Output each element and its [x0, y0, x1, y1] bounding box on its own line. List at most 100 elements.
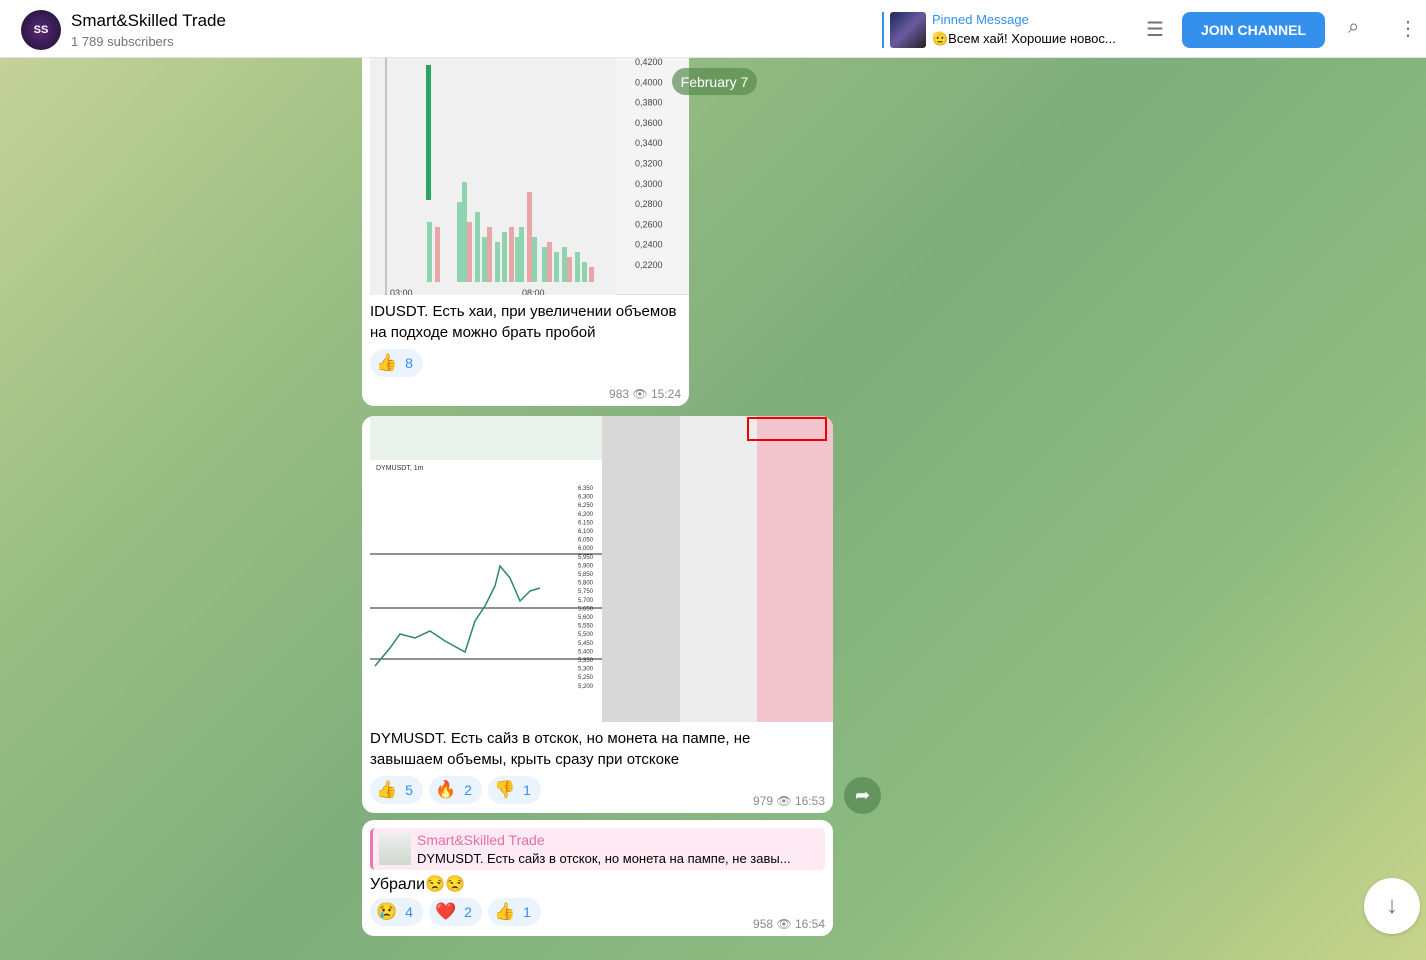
time-tick-label: 03:00: [390, 288, 413, 295]
reaction-thumbs-down[interactable]: 👎 1: [487, 776, 541, 804]
price-tick-label: 5,750: [578, 589, 594, 595]
price-tick-label: 5,700: [578, 598, 594, 604]
reaction-thumbs-up[interactable]: 👍 8: [370, 349, 423, 377]
price-tick-label: 5,400: [578, 649, 594, 655]
reaction-emoji: 😢: [376, 902, 398, 921]
volume-bar: [467, 222, 472, 282]
price-tick-label: 5,300: [578, 667, 594, 673]
message-meta: 979 👁 16:53: [753, 794, 825, 808]
message-caption: IDUSDT. Есть хаи, при увеличении объемов…: [370, 303, 677, 341]
message-text: Убрали😒😒: [370, 876, 465, 893]
price-tick-label: 5,600: [578, 615, 594, 621]
channel-title[interactable]: Smart&Skilled Trade: [71, 11, 226, 31]
view-count: 979: [753, 794, 774, 808]
subscriber-count: 1 789 subscribers: [71, 34, 174, 49]
reaction-count: 1: [523, 782, 531, 798]
volume-bar: [457, 202, 462, 282]
reaction-fire[interactable]: 🔥 2: [428, 776, 482, 804]
volume-bar: [532, 237, 537, 282]
price-tick-label: 5,800: [578, 581, 594, 587]
reaction-thumbs-up[interactable]: 👍 1: [487, 898, 541, 926]
chat-header: SS Smart&Skilled Trade 1 789 subscribers…: [0, 0, 1426, 58]
reaction-count: 2: [464, 904, 472, 920]
volume-bar: [554, 252, 559, 282]
price-tick-label: 5,650: [578, 606, 594, 612]
volume-bar: [575, 252, 580, 282]
volume-bar: [567, 257, 572, 282]
eye-icon: 👁: [776, 794, 792, 808]
reaction-heart[interactable]: ❤️ 2: [428, 898, 482, 926]
pinned-list-icon[interactable]: ☰: [1146, 17, 1164, 42]
candle: [426, 65, 431, 200]
price-line: [374, 564, 541, 667]
message-meta: 958 👁 16:54: [753, 917, 825, 931]
pinned-text: 🫡Всем хай! Хорошие новос...: [932, 31, 1116, 46]
chart-image-idusdt[interactable]: 0,4200 0,4000 0,3800 0,3600 0,3400 0,3200 0,30…: [370, 40, 689, 298]
reply-quote[interactable]: Smart&Skilled Trade DYMUSDT. Есть сайз в…: [370, 828, 825, 870]
price-tick-label: 0,3400: [635, 138, 663, 148]
reply-thumbnail: [379, 833, 411, 865]
price-tick-label: 5,250: [578, 675, 594, 681]
reaction-emoji: 👍: [376, 780, 398, 799]
message-idusdt: 0,4200 0,4000 0,3800 0,3600 0,3400 0,3200 0,30…: [362, 40, 689, 406]
volume-bar: [462, 182, 467, 282]
reaction-emoji: 👍: [493, 902, 516, 921]
volume-bar: [519, 227, 524, 282]
message-caption: DYMUSDT. Есть сайз в отскок, но монета н…: [370, 730, 751, 768]
reaction-count: 4: [405, 904, 413, 920]
reaction-thumbs-up[interactable]: 👍 5: [370, 776, 423, 804]
price-tick-label: 0,3000: [635, 179, 663, 189]
reaction-emoji: 🔥: [434, 780, 457, 799]
price-tick-label: 6,200: [578, 512, 594, 518]
reply-author: Smart&Skilled Trade: [417, 832, 545, 848]
reaction-emoji: ❤️: [434, 902, 457, 921]
volume-bar: [562, 247, 567, 282]
time-tick-label: 08:00: [522, 288, 545, 295]
chart-image-dymusdt[interactable]: DYMUSDT, 1m 6,350 6,300 6,250 6,200 6,150 6,1…: [370, 416, 833, 722]
price-tick-label: 5,450: [578, 641, 594, 647]
price-tick-label: 6,100: [578, 529, 594, 535]
forward-button[interactable]: ➦: [844, 777, 881, 814]
price-tick-label: 0,2600: [635, 219, 663, 229]
price-tick-label: 0,3200: [635, 159, 663, 169]
volume-bar: [547, 242, 552, 282]
pinned-message[interactable]: Pinned Message 🫡Всем хай! Хорошие новос.…: [882, 12, 1116, 48]
volume-bar: [509, 227, 514, 282]
reaction-count: 1: [523, 904, 531, 920]
volume-bar: [495, 242, 500, 282]
search-icon[interactable]: ⌕: [1348, 16, 1359, 39]
scroll-down-button[interactable]: ↓: [1364, 878, 1420, 934]
depth-panel: [602, 416, 680, 722]
eye-icon: 👁: [776, 917, 792, 931]
price-tick-label: 0,2400: [635, 240, 663, 250]
volume-bar: [427, 222, 432, 282]
reaction-crying[interactable]: 😢 4: [370, 898, 423, 926]
price-tick-label: 6,050: [578, 538, 594, 544]
price-tick-label: 5,200: [578, 684, 594, 690]
orderbook-chart: 6,350 6,300 6,250 6,200 6,150 6,100 6,050 6,000…: [370, 416, 833, 722]
price-tick-label: 5,950: [578, 555, 594, 561]
price-tick-label: 6,300: [578, 495, 594, 501]
view-count: 983: [609, 387, 630, 401]
reaction-count: 5: [405, 782, 413, 798]
price-tick-label: 6,350: [578, 486, 594, 492]
message-time: 16:53: [794, 794, 825, 808]
price-tick-label: 6,250: [578, 503, 594, 509]
channel-avatar[interactable]: SS: [21, 10, 61, 50]
price-tick-label: 6,150: [578, 520, 594, 526]
levels-panel: [680, 416, 757, 722]
message-time: 15:24: [650, 387, 681, 401]
volume-bar: [435, 227, 440, 282]
price-tick-label: 0,2800: [635, 199, 663, 209]
message-meta: 983 👁 15:24: [609, 387, 681, 401]
price-tick-label: 0,2200: [635, 260, 663, 270]
message-dymusdt: DYMUSDT, 1m 6,350 6,300 6,250 6,200 6,150 6,1…: [362, 416, 833, 813]
price-tick-label: 5,850: [578, 572, 594, 578]
reaction-count: 2: [464, 782, 472, 798]
message-reply: Smart&Skilled Trade DYMUSDT. Есть сайз в…: [362, 820, 833, 936]
more-menu-icon[interactable]: ⋮: [1398, 16, 1418, 41]
reaction-emoji: 👍: [376, 353, 398, 372]
view-count: 958: [753, 917, 774, 931]
join-channel-button[interactable]: JOIN CHANNEL: [1182, 12, 1325, 48]
share-arrow-icon: ➦: [854, 785, 871, 805]
